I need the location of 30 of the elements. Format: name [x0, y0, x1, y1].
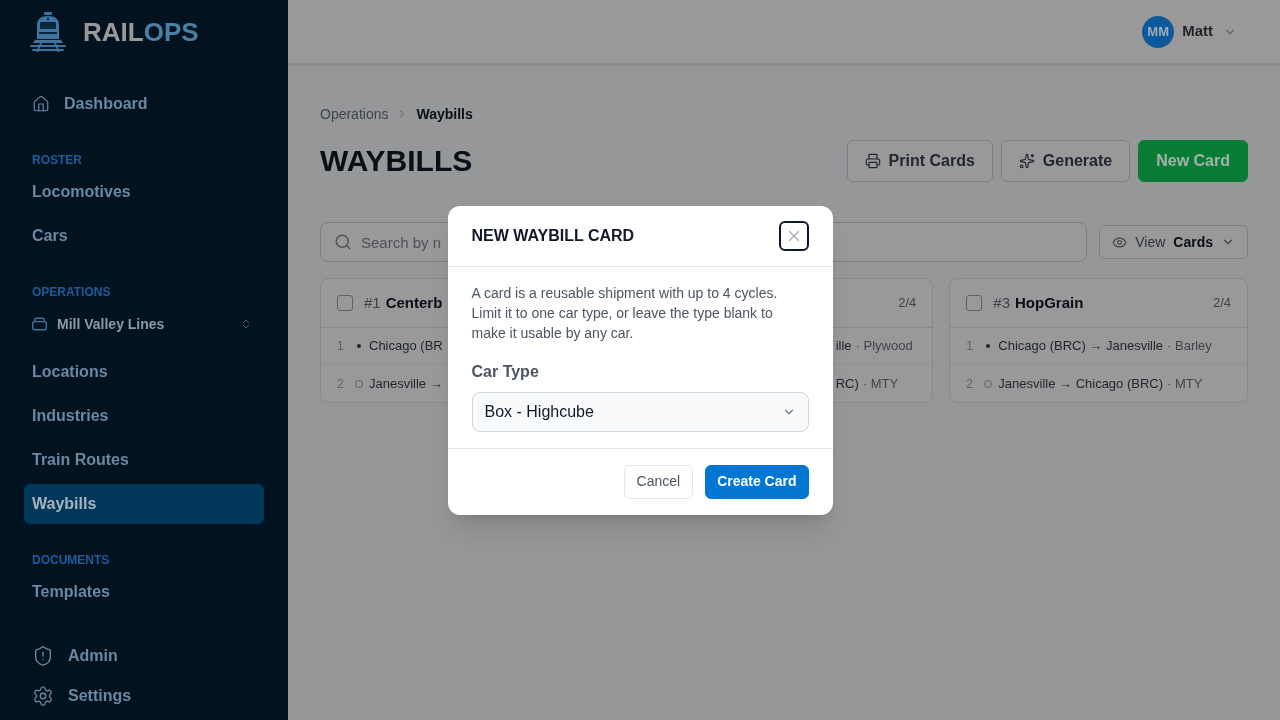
cycle-count: 2/4 [1212, 294, 1231, 313]
cargo-text: · Plywood [855, 337, 913, 356]
modal-description: A card is a reusable shipment with up to 4 cycles. Limit it to one car type, or leave the type blank to make it usable by any car. [471, 283, 779, 343]
route-text: Janesville → Chicago (BRC) [998, 374, 1164, 393]
route-text: ille [835, 337, 852, 356]
card-name: Centerb [385, 292, 443, 313]
route-text: Chicago (BR [369, 337, 443, 356]
page-title: WAYBILLS [320, 146, 473, 176]
field-label: Car Type [471, 361, 540, 382]
cargo-text: · MTY [862, 374, 899, 393]
modal-title: NEW WAYBILL CARD [471, 225, 635, 246]
breadcrumb-current: Waybills [416, 104, 473, 124]
cycle-count: 2/4 [898, 294, 917, 313]
row-number: 1 [337, 338, 345, 355]
section-heading: ROSTER [31, 152, 83, 168]
cargo-text: · MTY [1167, 374, 1203, 393]
avatar: MM [1142, 15, 1175, 48]
brand-wordmark: RAILOPS [83, 19, 199, 45]
card-number: #3 [993, 292, 1010, 313]
card-number: #1 [364, 292, 381, 313]
route-text: Janesville → [369, 374, 443, 393]
row-number: 2 [337, 375, 345, 393]
row-number: 2 [966, 375, 974, 393]
section-heading: OPERATIONS [31, 284, 112, 300]
route-text: RC) [835, 374, 859, 393]
section-heading: DOCUMENTS [31, 552, 111, 568]
row-number: 1 [966, 338, 974, 355]
cargo-text: · Barley [1167, 337, 1212, 356]
route-text: Chicago (BRC) → Janesville [998, 337, 1164, 356]
card-name: HopGrain [1015, 292, 1084, 313]
